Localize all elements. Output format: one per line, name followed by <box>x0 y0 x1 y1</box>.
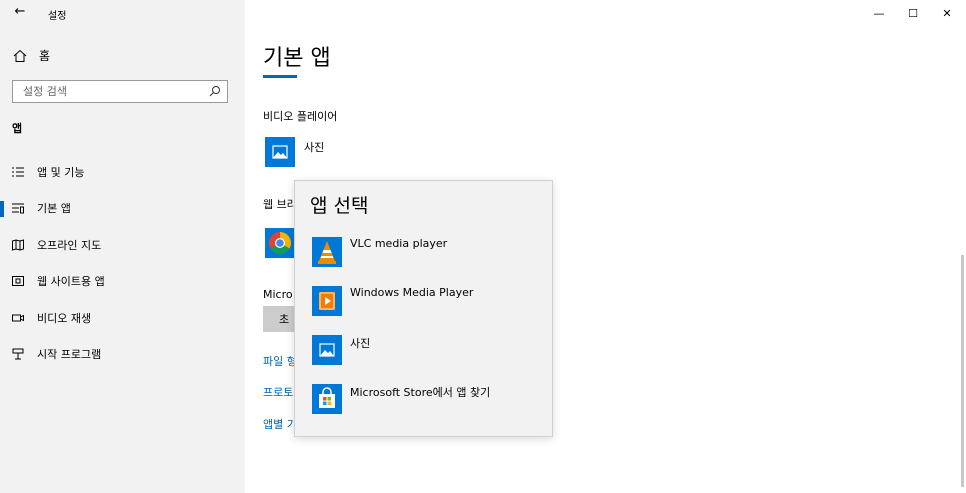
sidebar-item-label: 시작 프로그램 <box>37 348 102 361</box>
choose-app-flyout: 앱 선택 VLC media player Windows Media Play… <box>294 180 553 437</box>
flyout-item-label: Microsoft Store에서 앱 찾기 <box>350 386 491 399</box>
microsoft-store-icon <box>312 384 342 414</box>
sidebar-item-offline-maps[interactable]: 오프라인 지도 <box>0 230 245 260</box>
sidebar-item-video-playback[interactable]: 비디오 재생 <box>0 303 245 333</box>
minimize-button[interactable]: — <box>862 0 896 26</box>
startup-icon <box>12 348 24 360</box>
search-input[interactable] <box>21 84 215 99</box>
section-heading: 앱 <box>12 122 23 135</box>
file-type-link[interactable]: 파일 형 <box>263 353 297 369</box>
flyout-item-label: VLC media player <box>350 237 448 250</box>
scrollbar[interactable] <box>961 255 964 487</box>
apps-features-icon <box>12 167 24 177</box>
video-player-label: 비디오 플레이어 <box>263 110 338 123</box>
flyout-item-windows-media-player[interactable]: Windows Media Player <box>295 280 552 324</box>
flyout-item-photos[interactable]: 사진 <box>295 329 552 373</box>
home-icon <box>13 49 27 62</box>
selection-indicator <box>0 201 4 217</box>
protocol-link[interactable]: 프로토 <box>263 384 293 400</box>
home-label: 홈 <box>39 49 51 63</box>
sidebar-item-label: 오프라인 지도 <box>37 239 102 252</box>
flyout-item-microsoft-store[interactable]: Microsoft Store에서 앱 찾기 <box>295 378 552 422</box>
close-icon: ✕ <box>942 6 952 20</box>
microsoft-label: Micro <box>263 288 293 301</box>
sidebar-item-apps-features[interactable]: 앱 및 기능 <box>0 157 245 187</box>
home-link[interactable]: 홈 <box>13 47 50 64</box>
flyout-item-label: Windows Media Player <box>350 286 474 299</box>
video-playback-icon <box>12 314 24 322</box>
vlc-icon <box>312 237 342 267</box>
close-button[interactable]: ✕ <box>930 0 964 26</box>
back-button[interactable]: ← <box>10 4 30 22</box>
flyout-title: 앱 선택 <box>310 195 369 217</box>
apps-for-websites-icon <box>12 276 24 286</box>
sidebar-item-label: 기본 앱 <box>37 202 71 215</box>
photos-icon <box>312 335 342 365</box>
maximize-icon: ☐ <box>908 6 918 20</box>
web-browser-label: 웹 브라 <box>263 198 297 211</box>
search-box[interactable] <box>12 80 228 103</box>
sidebar-item-apps-for-websites[interactable]: 웹 사이트용 앱 <box>0 266 245 296</box>
sidebar-item-label: 앱 및 기능 <box>37 166 85 179</box>
title-accent-bar <box>263 75 297 78</box>
window-title: 설정 <box>48 11 67 22</box>
flyout-item-label: 사진 <box>350 337 371 350</box>
page-title: 기본 앱 <box>263 46 331 71</box>
search-icon[interactable] <box>209 85 221 97</box>
sidebar-item-startup[interactable]: 시작 프로그램 <box>0 339 245 369</box>
maximize-button[interactable]: ☐ <box>896 0 930 26</box>
photos-icon[interactable] <box>265 137 295 167</box>
offline-maps-icon <box>12 239 24 251</box>
windows-media-player-icon <box>312 286 342 316</box>
back-arrow-icon: ← <box>14 4 26 19</box>
sidebar-item-default-apps[interactable]: 기본 앱 <box>0 193 245 223</box>
sidebar-item-label: 웹 사이트용 앱 <box>37 275 105 288</box>
video-player-app-name[interactable]: 사진 <box>304 139 324 155</box>
chrome-icon[interactable] <box>265 228 295 258</box>
sidebar-item-label: 비디오 재생 <box>37 312 92 325</box>
app-defaults-link[interactable]: 앱별 기 <box>263 416 297 432</box>
minimize-icon: — <box>873 6 885 20</box>
flyout-item-vlc[interactable]: VLC media player <box>295 231 552 275</box>
default-apps-icon <box>12 203 24 214</box>
sidebar: ← 설정 홈 앱 앱 및 기능 기본 앱 오프라인 지도 <box>0 0 245 493</box>
